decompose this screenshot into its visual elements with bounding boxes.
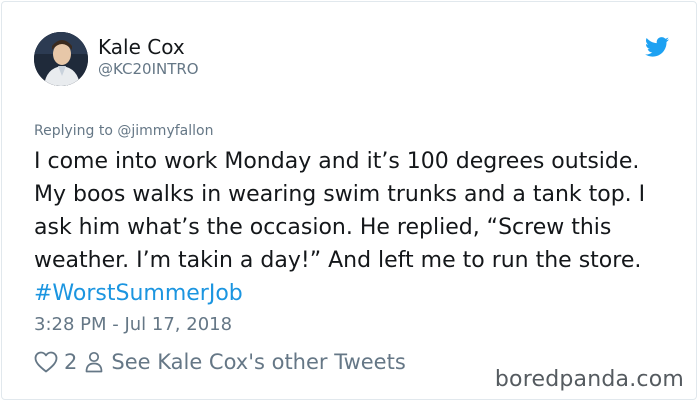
tweet-card: Kale Cox @KC20INTRO Replying to @jimmyfa… xyxy=(1,1,697,400)
replying-to: Replying to @jimmyfallon xyxy=(34,122,213,140)
avatar-image xyxy=(34,32,88,86)
tweet-actions: 2 See Kale Cox's other Tweets xyxy=(34,348,406,376)
person-icon xyxy=(86,351,103,373)
like-count[interactable]: 2 xyxy=(64,350,77,374)
tweet-timestamp[interactable]: 3:28 PM - Jul 17, 2018 xyxy=(34,314,232,336)
twitter-bird-icon[interactable] xyxy=(645,37,669,57)
user-handle[interactable]: @KC20INTRO xyxy=(98,60,199,78)
replying-to-mention[interactable]: @jimmyfallon xyxy=(117,123,213,139)
tweet-body: I come into work Monday and it’s 100 deg… xyxy=(34,149,646,273)
display-name[interactable]: Kale Cox xyxy=(98,35,185,59)
replying-to-prefix: Replying to xyxy=(34,123,118,139)
avatar[interactable] xyxy=(34,32,88,86)
heart-icon[interactable] xyxy=(34,351,58,373)
other-tweets-link[interactable]: See Kale Cox's other Tweets xyxy=(111,350,405,374)
watermark: boredpanda.com xyxy=(494,367,684,392)
hashtag-link[interactable]: #WorstSummerJob xyxy=(34,281,243,306)
tweet-text: I come into work Monday and it’s 100 deg… xyxy=(34,145,674,310)
